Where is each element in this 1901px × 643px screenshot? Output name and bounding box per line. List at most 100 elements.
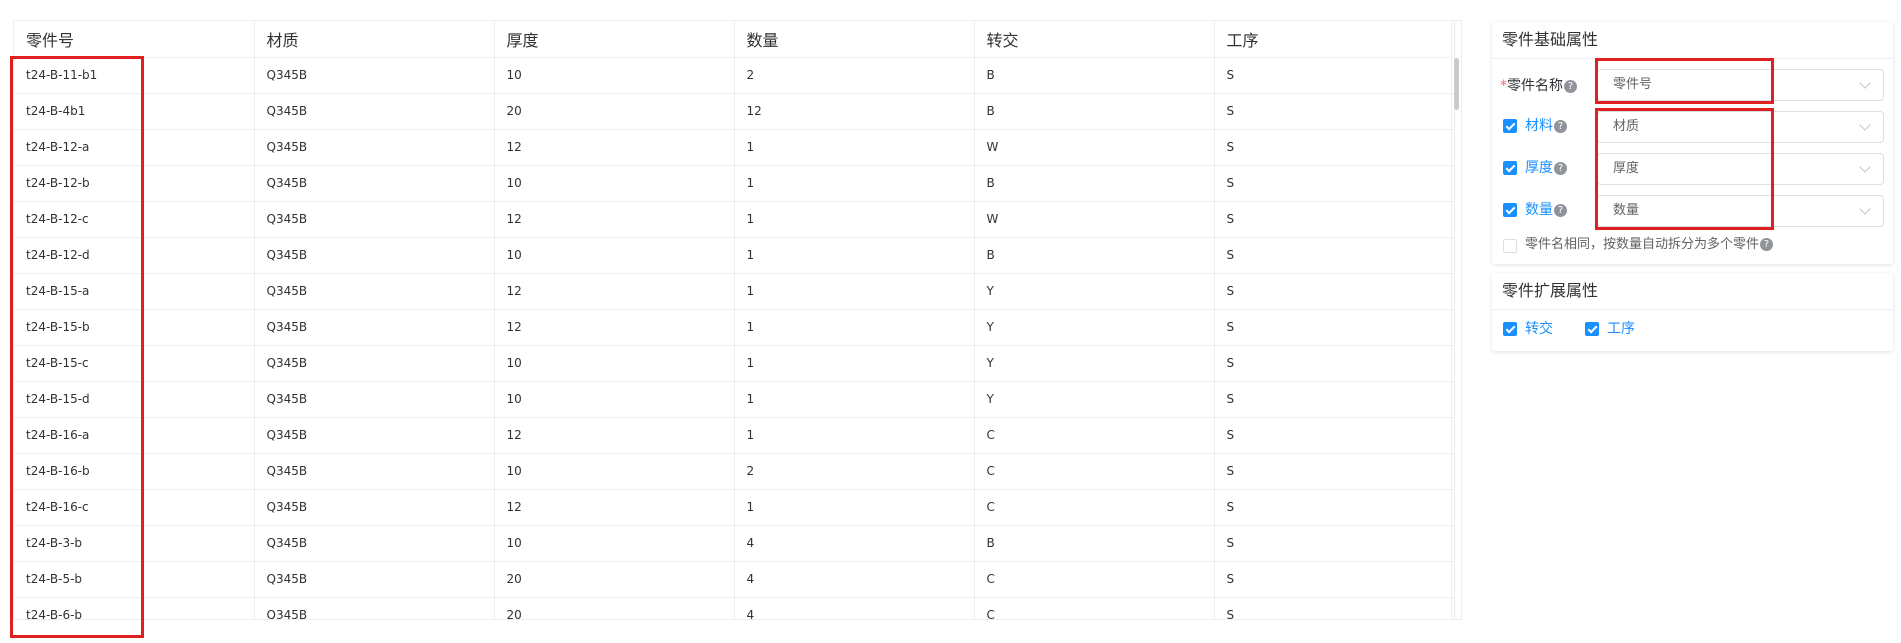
basic-properties-title: 零件基础属性 xyxy=(1492,22,1893,59)
table-scrollbar-thumb[interactable] xyxy=(1454,58,1459,110)
cell-thickness: 20 xyxy=(494,561,735,598)
cell-material: Q345B xyxy=(254,381,495,418)
cell-thickness: 10 xyxy=(494,165,735,202)
extended-properties-panel: 零件扩展属性 转交 工序 xyxy=(1492,273,1893,351)
column-header-quantity[interactable]: 数量 xyxy=(734,21,975,58)
help-icon[interactable]: ? xyxy=(1554,120,1567,133)
cell-thickness: 10 xyxy=(494,345,735,382)
cell-part-no: t24-B-3-b xyxy=(14,525,255,562)
auto-split-label-text: 零件名相同，按数量自动拆分为多个零件 xyxy=(1525,237,1760,252)
cell-process: S xyxy=(1214,597,1455,619)
cell-quantity: 2 xyxy=(734,57,975,94)
cell-quantity: 1 xyxy=(734,201,975,238)
cell-material: Q345B xyxy=(254,417,495,454)
table-row[interactable]: t24-B-12-b Q345B 10 1 B S xyxy=(14,165,1455,202)
cell-process: S xyxy=(1214,129,1455,166)
quantity-checkbox[interactable] xyxy=(1503,203,1517,217)
cell-part-no: t24-B-16-c xyxy=(14,489,255,526)
cell-transfer: Y xyxy=(974,309,1215,346)
help-icon[interactable]: ? xyxy=(1554,162,1567,175)
part-name-label-text: 零件名称 xyxy=(1507,78,1563,94)
cell-material: Q345B xyxy=(254,309,495,346)
table-row[interactable]: t24-B-11-b1 Q345B 10 2 B S xyxy=(14,57,1455,94)
table-row[interactable]: t24-B-16-c Q345B 12 1 C S xyxy=(14,489,1455,526)
extended-properties-title: 零件扩展属性 xyxy=(1492,273,1893,310)
cell-transfer: B xyxy=(974,57,1215,94)
table-row[interactable]: t24-B-16-b Q345B 10 2 C S xyxy=(14,453,1455,490)
transfer-checkbox[interactable] xyxy=(1503,322,1517,336)
cell-thickness: 12 xyxy=(494,309,735,346)
cell-transfer: B xyxy=(974,525,1215,562)
table-scrollbar[interactable] xyxy=(1451,20,1461,620)
table-row[interactable]: t24-B-15-a Q345B 12 1 Y S xyxy=(14,273,1455,310)
cell-transfer: Y xyxy=(974,381,1215,418)
cell-process: S xyxy=(1214,489,1455,526)
cell-part-no: t24-B-12-b xyxy=(14,165,255,202)
material-select[interactable]: 材质 xyxy=(1597,111,1884,143)
column-header-thickness[interactable]: 厚度 xyxy=(494,21,735,58)
quantity-label-text: 数量 xyxy=(1525,202,1553,218)
cell-process: S xyxy=(1214,345,1455,382)
cell-material: Q345B xyxy=(254,237,495,274)
cell-transfer: W xyxy=(974,201,1215,238)
help-icon[interactable]: ? xyxy=(1760,238,1774,251)
table-row[interactable]: t24-B-5-b Q345B 20 4 C S xyxy=(14,561,1455,598)
column-header-transfer[interactable]: 转交 xyxy=(974,21,1215,58)
part-name-select[interactable]: 零件号 xyxy=(1597,69,1884,101)
cell-material: Q345B xyxy=(254,129,495,166)
quantity-select[interactable]: 数量 xyxy=(1597,195,1884,227)
cell-material: Q345B xyxy=(254,561,495,598)
cell-transfer: C xyxy=(974,597,1215,619)
cell-thickness: 20 xyxy=(494,93,735,130)
cell-material: Q345B xyxy=(254,489,495,526)
cell-thickness: 10 xyxy=(494,453,735,490)
cell-material: Q345B xyxy=(254,93,495,130)
help-icon[interactable]: ? xyxy=(1564,80,1577,93)
table-row[interactable]: t24-B-4b1 Q345B 20 12 B S xyxy=(14,93,1455,130)
basic-properties-panel: 零件基础属性 *零件名称? 零件号 材料? 材质 厚度? 厚度 数量? 数量 零… xyxy=(1492,22,1893,264)
process-checkbox[interactable] xyxy=(1585,322,1599,336)
cell-thickness: 12 xyxy=(494,273,735,310)
cell-process: S xyxy=(1214,309,1455,346)
table-row[interactable]: t24-B-15-b Q345B 12 1 Y S xyxy=(14,309,1455,346)
cell-part-no: t24-B-15-a xyxy=(14,273,255,310)
cell-quantity: 1 xyxy=(734,165,975,202)
cell-thickness: 12 xyxy=(494,129,735,166)
thickness-label: 厚度? xyxy=(1525,158,1567,178)
thickness-checkbox[interactable] xyxy=(1503,161,1517,175)
table-row[interactable]: t24-B-12-a Q345B 12 1 W S xyxy=(14,129,1455,166)
cell-part-no: t24-B-15-d xyxy=(14,381,255,418)
table-row[interactable]: t24-B-12-c Q345B 12 1 W S xyxy=(14,201,1455,238)
cell-process: S xyxy=(1214,273,1455,310)
transfer-label: 转交 xyxy=(1525,321,1553,337)
column-header-process[interactable]: 工序 xyxy=(1214,21,1455,58)
column-header-material[interactable]: 材质 xyxy=(254,21,495,58)
cell-part-no: t24-B-15-b xyxy=(14,309,255,346)
cell-transfer: Y xyxy=(974,345,1215,382)
cell-transfer: B xyxy=(974,237,1215,274)
cell-material: Q345B xyxy=(254,453,495,490)
help-icon[interactable]: ? xyxy=(1554,204,1567,217)
column-header-part-no[interactable]: 零件号 xyxy=(14,21,255,58)
cell-quantity: 2 xyxy=(734,453,975,490)
table-row[interactable]: t24-B-16-a Q345B 12 1 C S xyxy=(14,417,1455,454)
process-label: 工序 xyxy=(1607,321,1635,337)
table-row[interactable]: t24-B-3-b Q345B 10 4 B S xyxy=(14,525,1455,562)
cell-transfer: Y xyxy=(974,273,1215,310)
table-row[interactable]: t24-B-15-d Q345B 10 1 Y S xyxy=(14,381,1455,418)
cell-process: S xyxy=(1214,201,1455,238)
cell-transfer: B xyxy=(974,93,1215,130)
cell-quantity: 1 xyxy=(734,309,975,346)
material-checkbox[interactable] xyxy=(1503,119,1517,133)
cell-material: Q345B xyxy=(254,597,495,619)
cell-process: S xyxy=(1214,525,1455,562)
table-row[interactable]: t24-B-15-c Q345B 10 1 Y S xyxy=(14,345,1455,382)
cell-quantity: 4 xyxy=(734,597,975,619)
cell-quantity: 1 xyxy=(734,381,975,418)
cell-transfer: C xyxy=(974,489,1215,526)
table-row[interactable]: t24-B-6-b Q345B 20 4 C S xyxy=(14,597,1455,619)
table-row[interactable]: t24-B-12-d Q345B 10 1 B S xyxy=(14,237,1455,274)
thickness-select[interactable]: 厚度 xyxy=(1597,153,1884,185)
auto-split-checkbox[interactable] xyxy=(1503,239,1517,253)
cell-quantity: 1 xyxy=(734,129,975,166)
